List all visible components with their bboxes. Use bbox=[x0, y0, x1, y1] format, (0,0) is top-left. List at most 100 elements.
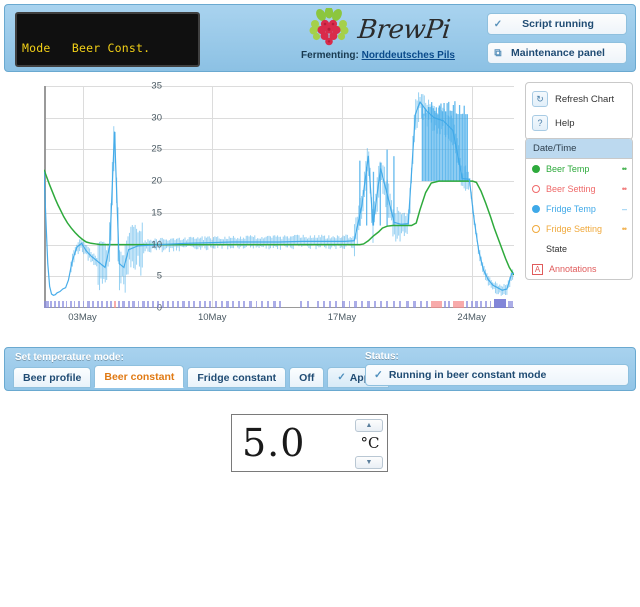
legend-dot-filled-icon bbox=[532, 165, 540, 173]
help-button[interactable]: ? Help bbox=[526, 111, 632, 135]
script-running-button[interactable]: ✓ Script running bbox=[487, 13, 627, 35]
y-axis-tick-label: 20 bbox=[151, 175, 162, 187]
state-bar bbox=[137, 301, 140, 308]
state-bar bbox=[484, 301, 488, 308]
state-bar bbox=[431, 301, 442, 308]
state-bar bbox=[226, 301, 229, 308]
help-label: Help bbox=[555, 117, 575, 129]
state-bar bbox=[466, 301, 469, 308]
series-line bbox=[44, 181, 514, 276]
status-label: Status: bbox=[365, 351, 399, 362]
state-bar bbox=[399, 301, 402, 308]
legend-row-list: Beer Temp •• Beer Setting •• Fridge Temp – Fri… bbox=[526, 159, 632, 279]
legend-row-fridge-temp[interactable]: Fridge Temp – bbox=[526, 199, 632, 219]
y-axis-tick-label: 35 bbox=[151, 80, 162, 92]
spinner-buttons: ▲ ▼ bbox=[355, 419, 383, 469]
state-bar bbox=[65, 301, 68, 308]
state-bar bbox=[161, 301, 165, 308]
maintenance-panel-label: Maintenance panel bbox=[511, 47, 605, 59]
state-bar bbox=[44, 301, 49, 308]
y-axis-tick-label: 30 bbox=[151, 112, 162, 124]
legend-dot-open-icon bbox=[532, 225, 540, 233]
mode-tab-beer-constant[interactable]: Beer constant bbox=[94, 365, 185, 388]
state-bar bbox=[87, 301, 91, 308]
chart-tools-panel: ↻ Refresh Chart ? Help bbox=[525, 82, 633, 140]
state-bar bbox=[220, 301, 223, 308]
chart-plot-area[interactable] bbox=[44, 86, 514, 308]
state-bar bbox=[243, 301, 246, 308]
state-bar bbox=[341, 301, 345, 308]
state-bar bbox=[443, 301, 446, 308]
legend-label: Beer Temp bbox=[546, 164, 590, 174]
state-bar bbox=[53, 301, 56, 308]
state-bar bbox=[167, 301, 169, 308]
state-bar bbox=[187, 301, 190, 308]
state-bar bbox=[335, 301, 338, 308]
legend-line-style-icon: •• bbox=[621, 184, 627, 194]
fermenting-line: Fermenting: Norddeutsches Pils bbox=[263, 50, 493, 61]
status-text: Running in beer constant mode bbox=[388, 369, 547, 381]
state-bar bbox=[73, 301, 76, 308]
legend-label: Fridge Temp bbox=[546, 204, 596, 214]
series-line bbox=[44, 169, 514, 276]
state-bar bbox=[413, 301, 416, 308]
legend-line-style-icon: •• bbox=[621, 224, 627, 234]
wrench-panel-icon: ⧉ bbox=[494, 47, 502, 59]
legend-row-annotations[interactable]: A Annotations bbox=[526, 259, 632, 279]
state-bar bbox=[354, 301, 357, 308]
state-bar bbox=[261, 301, 264, 308]
state-bar bbox=[77, 301, 81, 308]
state-bar bbox=[110, 301, 112, 308]
state-bar bbox=[448, 301, 451, 308]
mode-tab-off[interactable]: Off bbox=[289, 367, 325, 388]
app-header: Mode Beer Const. Beer 5.0 5.0 °C Fridge … bbox=[4, 4, 636, 72]
state-bar bbox=[367, 301, 371, 308]
state-bar bbox=[323, 301, 326, 308]
legend-row-state[interactable]: State bbox=[526, 239, 632, 259]
mode-tab-fridge-constant[interactable]: Fridge constant bbox=[187, 367, 287, 388]
legend-header-datetime: Date/Time bbox=[526, 139, 632, 159]
temperature-value[interactable]: 5.0 bbox=[232, 424, 353, 462]
legend-row-beer-temp[interactable]: Beer Temp •• bbox=[526, 159, 632, 179]
status-check-icon: ✓ bbox=[374, 369, 383, 381]
temperature-spinner[interactable]: 5.0 °C ▲ ▼ bbox=[231, 414, 388, 472]
state-bar bbox=[182, 301, 185, 308]
legend-line-style-icon: •• bbox=[621, 164, 627, 174]
maintenance-panel-button[interactable]: ⧉ Maintenance panel bbox=[487, 42, 627, 64]
state-bar bbox=[249, 301, 253, 308]
refresh-chart-button[interactable]: ↻ Refresh Chart bbox=[526, 87, 632, 111]
refresh-chart-label: Refresh Chart bbox=[555, 93, 615, 105]
temperature-mode-bar: Set temperature mode: Beer profile Beer c… bbox=[4, 347, 636, 391]
legend-row-beer-setting[interactable]: Beer Setting •• bbox=[526, 179, 632, 199]
state-bar bbox=[96, 301, 99, 308]
state-bar bbox=[273, 301, 276, 308]
legend-label: Annotations bbox=[549, 264, 597, 274]
check-icon: ✓ bbox=[337, 372, 346, 383]
state-bar bbox=[255, 301, 258, 308]
help-icon: ? bbox=[532, 115, 548, 131]
legend-label: Fridge Setting bbox=[546, 224, 603, 234]
fermenting-label: Fermenting: bbox=[301, 50, 359, 61]
legend-row-fridge-setting[interactable]: Fridge Setting •• bbox=[526, 219, 632, 239]
spinner-down-button[interactable]: ▼ bbox=[355, 456, 383, 469]
chart-series-svg bbox=[44, 92, 514, 296]
state-bar bbox=[192, 301, 196, 308]
y-axis-tick-label: 15 bbox=[151, 207, 162, 219]
status-badge: ✓ Running in beer constant mode bbox=[365, 364, 629, 386]
state-bar bbox=[177, 301, 179, 308]
brand-row: BrewPi bbox=[263, 6, 493, 51]
state-bar bbox=[489, 301, 492, 308]
state-bar bbox=[405, 301, 409, 308]
mode-tab-beer-profile[interactable]: Beer profile bbox=[13, 367, 92, 388]
state-bar bbox=[379, 301, 382, 308]
spinner-up-button[interactable]: ▲ bbox=[355, 419, 383, 432]
state-bar bbox=[92, 301, 95, 308]
legend-line-style-icon: – bbox=[621, 204, 627, 214]
state-bar bbox=[279, 301, 282, 308]
series-line bbox=[44, 181, 514, 276]
header-button-group: ✓ Script running ⧉ Maintenance panel bbox=[487, 13, 627, 64]
y-axis-tick-label: 5 bbox=[156, 270, 162, 282]
fermenting-beer-link[interactable]: Norddeutsches Pils bbox=[362, 50, 455, 61]
state-bar bbox=[420, 301, 422, 308]
set-temperature-mode-label: Set temperature mode: bbox=[15, 352, 124, 363]
